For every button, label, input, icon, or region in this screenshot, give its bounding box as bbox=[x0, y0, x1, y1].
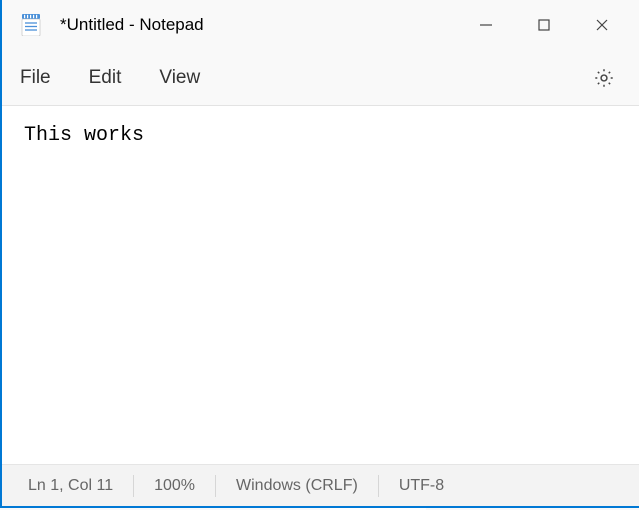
menu-view[interactable]: View bbox=[159, 67, 200, 89]
titlebar: *Untitled - Notepad bbox=[2, 0, 639, 50]
menu-file[interactable]: File bbox=[20, 67, 51, 89]
window-title: *Untitled - Notepad bbox=[60, 15, 204, 35]
status-cursor-position: Ln 1, Col 11 bbox=[16, 477, 133, 495]
minimize-button[interactable] bbox=[457, 5, 515, 45]
maximize-button[interactable] bbox=[515, 5, 573, 45]
notepad-app-icon bbox=[20, 14, 42, 36]
close-button[interactable] bbox=[573, 5, 631, 45]
menubar: File Edit View bbox=[2, 50, 639, 106]
window-controls bbox=[457, 5, 631, 45]
status-encoding[interactable]: UTF-8 bbox=[379, 477, 464, 495]
text-editor[interactable]: This works bbox=[2, 106, 639, 464]
settings-button[interactable] bbox=[587, 61, 621, 95]
status-line-ending[interactable]: Windows (CRLF) bbox=[216, 477, 378, 495]
menu-edit[interactable]: Edit bbox=[89, 67, 122, 89]
statusbar: Ln 1, Col 11 100% Windows (CRLF) UTF-8 bbox=[2, 464, 639, 506]
status-zoom[interactable]: 100% bbox=[134, 477, 215, 495]
